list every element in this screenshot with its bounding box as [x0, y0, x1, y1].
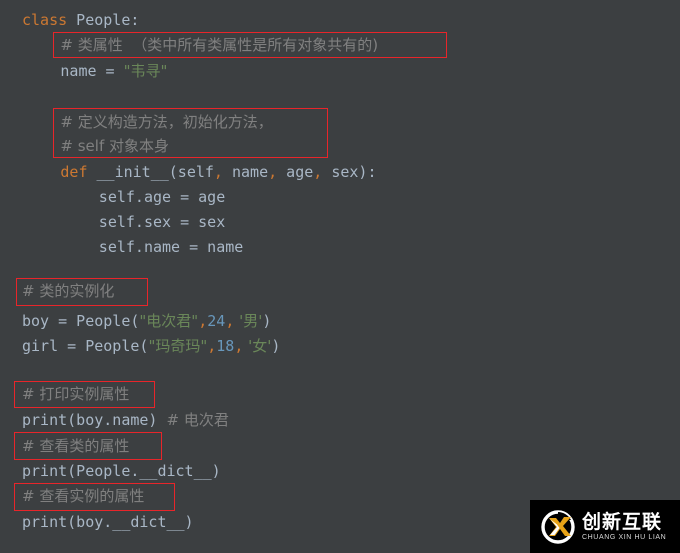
token-number: 24	[207, 312, 226, 330]
token-comma: ,	[213, 163, 223, 181]
line-comment-init-2[interactable]: # self 对象本身	[60, 134, 169, 159]
token-text: self.age = age	[98, 188, 226, 206]
token-string: "玛奇玛"	[148, 337, 208, 355]
code-screenshot: class People: # 类属性 （类中所有类属性是所有对象共有的) name…	[0, 0, 680, 553]
line-def-init[interactable]: def __init__(self, name, age, sex):	[60, 160, 376, 185]
line-comment-view-class-attr[interactable]: # 查看类的属性	[22, 434, 129, 459]
line-comment-print-instance-attr[interactable]: # 打印实例属性	[22, 382, 129, 407]
line-print-boy-dict[interactable]: print(boy.__dict__)	[22, 510, 194, 535]
token-comment: # 电次君	[166, 411, 229, 429]
token-text: self.name = name	[98, 238, 244, 256]
token-text: sex):	[322, 163, 377, 181]
token-string: "电次君"	[139, 312, 199, 330]
line-girl-assign[interactable]: girl = People("玛奇玛",18, '女')	[22, 334, 280, 359]
watermark-text: 创新互联 CHUANG XIN HU LIAN	[582, 510, 667, 542]
token-text: print(boy.name)	[22, 411, 167, 429]
line-print-boy-name[interactable]: print(boy.name) # 电次君	[22, 408, 229, 433]
token-comment: # 定义构造方法，初始化方法，	[60, 113, 273, 131]
token-text: )	[271, 337, 281, 355]
token-string: "韦寻"	[123, 62, 168, 80]
line-comment-instantiate[interactable]: # 类的实例化	[22, 279, 114, 304]
token-text: age	[277, 163, 314, 181]
token-text: print(boy.__dict__)	[22, 513, 194, 531]
token-text: name	[222, 163, 269, 181]
token-comment: # 类属性 （类中所有类属性是所有对象共有的)	[60, 36, 379, 54]
line-class-people[interactable]: class People:	[22, 8, 139, 33]
line-self-sex[interactable]: self.sex = sex	[99, 210, 225, 235]
line-self-age[interactable]: self.age = age	[99, 185, 225, 210]
line-comment-init-1[interactable]: # 定义构造方法，初始化方法，	[60, 110, 272, 135]
line-self-name[interactable]: self.name = name	[99, 235, 244, 260]
token-comment: # 查看类的属性	[22, 437, 130, 455]
line-comment-view-instance-attr[interactable]: # 查看实例的属性	[22, 484, 144, 509]
watermark-chinese: 创新互联	[582, 510, 663, 533]
line-name-assign[interactable]: name = "韦寻"	[60, 59, 167, 84]
watermark: 创新互联 CHUANG XIN HU LIAN	[530, 500, 680, 553]
line-boy-assign[interactable]: boy = People("电次君",24, '男')	[22, 309, 271, 334]
token-number: 18	[216, 337, 235, 355]
token-text: __init__(self	[87, 163, 214, 181]
cx-circle-logo-icon	[538, 507, 578, 547]
token-keyword: class	[22, 11, 68, 29]
token-text: boy = People(	[22, 312, 140, 330]
token-comma: ,	[268, 163, 278, 181]
token-comma: ,	[313, 163, 323, 181]
token-text: name =	[60, 62, 124, 80]
token-comment: # 类的实例化	[22, 282, 115, 300]
token-string: '女'	[243, 337, 272, 355]
line-comment-class-attr[interactable]: # 类属性 （类中所有类属性是所有对象共有的)	[60, 33, 378, 58]
token-text: girl = People(	[22, 337, 149, 355]
token-comment: # self 对象本身	[60, 137, 169, 155]
token-comma: ,	[207, 337, 217, 355]
token-comment: # 打印实例属性	[22, 385, 130, 403]
watermark-pinyin: CHUANG XIN HU LIAN	[582, 533, 667, 541]
token-text: self.sex = sex	[98, 213, 226, 231]
token-text: print(People.__dict__)	[22, 462, 221, 480]
token-text: )	[262, 312, 272, 330]
code-editor-canvas[interactable]: class People: # 类属性 （类中所有类属性是所有对象共有的) name…	[0, 0, 680, 553]
token-comma: ,	[198, 312, 208, 330]
token-string: '男'	[234, 312, 263, 330]
line-print-people-dict[interactable]: print(People.__dict__)	[22, 459, 221, 484]
token-comma: ,	[225, 312, 235, 330]
token-comment: # 查看实例的属性	[22, 487, 145, 505]
token-keyword: def	[60, 163, 88, 181]
token-text: People:	[67, 11, 140, 29]
